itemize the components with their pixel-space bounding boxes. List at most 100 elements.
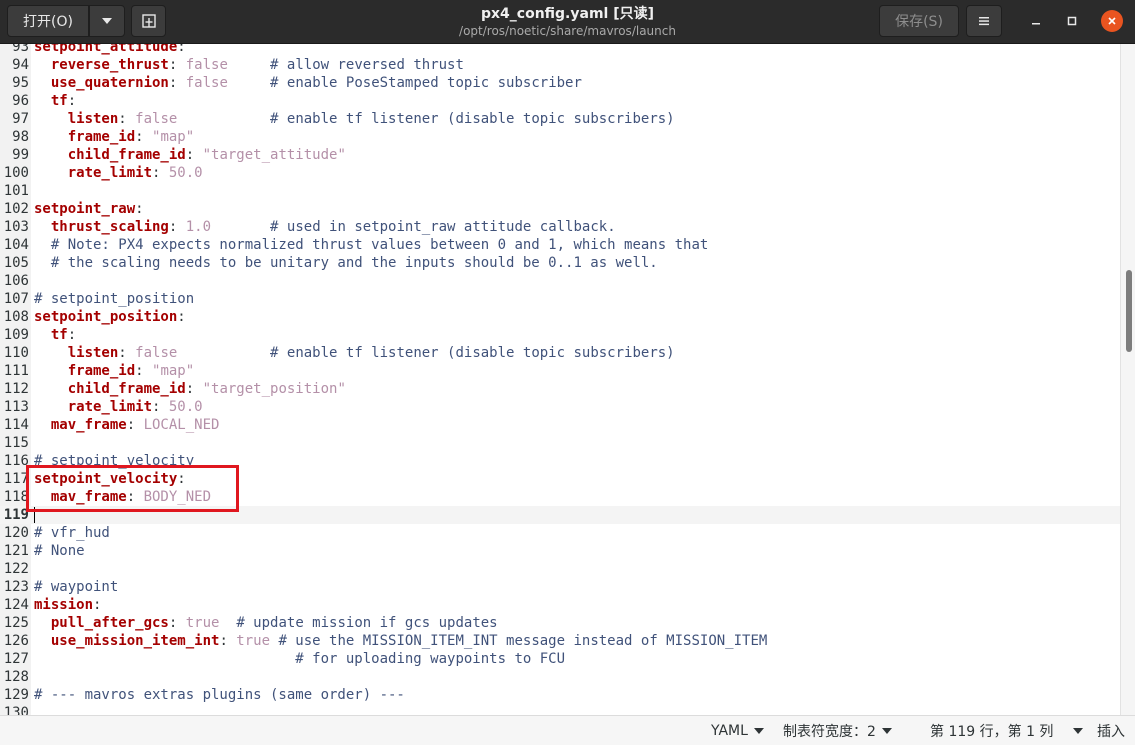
yaml-key: pull_after_gcs — [50, 615, 169, 631]
tab-width-selector[interactable]: 制表符宽度：2 — [783, 716, 892, 745]
code-punctuation — [34, 237, 51, 253]
close-button[interactable] — [1101, 10, 1123, 32]
code-text: # for uploading waypoints to FCU — [34, 650, 565, 668]
code-punctuation — [211, 219, 270, 235]
code-text: # Note: PX4 expects normalized thrust va… — [34, 236, 708, 254]
code-line[interactable]: 113 rate_limit: 50.0 — [0, 398, 1120, 416]
code-line[interactable]: 95 use_quaternion: false # enable PoseSt… — [0, 74, 1120, 92]
code-line[interactable]: 96 tf: — [0, 92, 1120, 110]
code-punctuation — [34, 57, 51, 73]
code-line[interactable]: 104 # Note: PX4 expects normalized thrus… — [0, 236, 1120, 254]
window-subtitle-path: /opt/ros/noetic/share/mavros/launch — [459, 24, 676, 38]
code-punctuation — [34, 129, 68, 145]
tab-width-label: 制表符宽度：2 — [783, 724, 876, 740]
cursor-position-selector[interactable]: 第 119 行，第 1 列 — [930, 716, 1084, 745]
code-line[interactable]: 110 listen: false # enable tf listener (… — [0, 344, 1120, 362]
code-line[interactable]: 108 setpoint_position: — [0, 308, 1120, 326]
code-line[interactable]: 99 child_frame_id: "target_attitude" — [0, 146, 1120, 164]
code-text: frame_id: "map" — [34, 362, 194, 380]
code-line[interactable]: 93 setpoint_attitude: — [0, 44, 1120, 56]
new-tab-button[interactable] — [131, 5, 166, 37]
scrollbar-thumb[interactable] — [1126, 270, 1132, 352]
code-line[interactable]: 130 — [0, 704, 1120, 715]
line-number: 110 — [3, 345, 29, 361]
code-line[interactable]: 106 — [0, 272, 1120, 290]
code-line[interactable]: 100 rate_limit: 50.0 — [0, 164, 1120, 182]
yaml-comment: # waypoint — [34, 579, 119, 595]
code-line[interactable]: 111 frame_id: "map" — [0, 362, 1120, 380]
code-line[interactable]: 115 — [0, 434, 1120, 452]
menu-button[interactable] — [966, 5, 1002, 37]
code-line[interactable]: 105 # the scaling needs to be unitary an… — [0, 254, 1120, 272]
window-title-area: px4_config.yaml [只读] /opt/ros/noetic/sha… — [350, 5, 785, 39]
code-text: mission: — [34, 596, 101, 614]
code-punctuation: : — [67, 327, 77, 343]
code-line[interactable]: 121 # None — [0, 542, 1120, 560]
yaml-comment: # allow reversed thrust — [270, 57, 464, 73]
yaml-value: false — [185, 57, 228, 73]
yaml-key: frame_id — [67, 129, 136, 145]
code-line[interactable]: 94 reverse_thrust: false # allow reverse… — [0, 56, 1120, 74]
line-number: 112 — [3, 381, 29, 397]
code-line[interactable]: 98 frame_id: "map" — [0, 128, 1120, 146]
save-button[interactable]: 保存(S) — [879, 5, 959, 37]
yaml-key: setpoint_position — [34, 309, 178, 325]
yaml-comment: # the scaling needs to be unitary and th… — [50, 255, 658, 271]
language-selector[interactable]: YAML — [711, 716, 764, 745]
line-number: 124 — [3, 597, 29, 613]
code-line[interactable]: 128 — [0, 668, 1120, 686]
code-line[interactable]: 124 mission: — [0, 596, 1120, 614]
yaml-comment: # vfr_hud — [34, 525, 110, 541]
line-number: 125 — [3, 615, 29, 631]
code-punctuation: : — [126, 417, 144, 433]
yaml-comment: # setpoint_position — [34, 291, 195, 307]
insert-mode-indicator[interactable]: 插入 — [1097, 716, 1125, 745]
code-punctuation — [34, 615, 51, 631]
open-button[interactable]: 打开(O) — [7, 5, 89, 37]
code-line[interactable]: 109 tf: — [0, 326, 1120, 344]
code-line[interactable]: 125 pull_after_gcs: true # update missio… — [0, 614, 1120, 632]
maximize-button[interactable] — [1061, 10, 1083, 32]
line-number: 107 — [3, 291, 29, 307]
code-lines: 93 setpoint_attitude: 94 reverse_thrust: f… — [0, 44, 1120, 715]
text-editor[interactable]: 93 setpoint_attitude: 94 reverse_thrust: f… — [0, 44, 1120, 715]
yaml-value: 1.0 — [185, 219, 212, 235]
close-icon — [1108, 17, 1116, 25]
code-punctuation — [177, 111, 270, 127]
code-line[interactable]: 122 — [0, 560, 1120, 578]
code-line[interactable]: 126 use_mission_item_int: true # use the… — [0, 632, 1120, 650]
code-punctuation: : — [118, 111, 136, 127]
code-text: frame_id: "map" — [34, 128, 194, 146]
yaml-comment: # enable PoseStamped topic subscriber — [270, 75, 582, 91]
insert-mode-label: 插入 — [1097, 724, 1125, 740]
code-line[interactable]: 103 thrust_scaling: 1.0 # used in setpoi… — [0, 218, 1120, 236]
yaml-value: 50.0 — [168, 399, 203, 415]
code-text: tf: — [34, 92, 76, 110]
yaml-key: use_mission_item_int — [50, 633, 220, 649]
code-punctuation — [34, 147, 68, 163]
line-number: 129 — [3, 687, 29, 703]
code-line[interactable]: 97 listen: false # enable tf listener (d… — [0, 110, 1120, 128]
code-line[interactable]: 107 # setpoint_position — [0, 290, 1120, 308]
code-line[interactable]: 120 # vfr_hud — [0, 524, 1120, 542]
code-line[interactable]: 112 child_frame_id: "target_position" — [0, 380, 1120, 398]
vertical-scrollbar[interactable] — [1120, 44, 1135, 715]
code-line[interactable]: 101 — [0, 182, 1120, 200]
code-line[interactable]: 114 mav_frame: LOCAL_NED — [0, 416, 1120, 434]
code-punctuation — [219, 615, 236, 631]
code-text: # --- mavros extras plugins (same order)… — [34, 686, 405, 704]
line-number: 130 — [3, 705, 29, 715]
yaml-key: tf — [50, 93, 68, 109]
code-punctuation: : — [135, 201, 144, 217]
yaml-key: setpoint_raw — [34, 201, 136, 217]
code-punctuation: : — [152, 399, 169, 415]
code-line[interactable]: 102 setpoint_raw: — [0, 200, 1120, 218]
code-line[interactable]: 127 # for uploading waypoints to FCU — [0, 650, 1120, 668]
code-line[interactable]: 123 # waypoint — [0, 578, 1120, 596]
yaml-key: reverse_thrust — [50, 57, 169, 73]
code-text: rate_limit: 50.0 — [34, 398, 203, 416]
code-line[interactable]: 129 # --- mavros extras plugins (same ord… — [0, 686, 1120, 704]
line-number: 108 — [3, 309, 29, 325]
open-dropdown-button[interactable] — [89, 5, 125, 37]
minimize-button[interactable] — [1025, 10, 1047, 32]
